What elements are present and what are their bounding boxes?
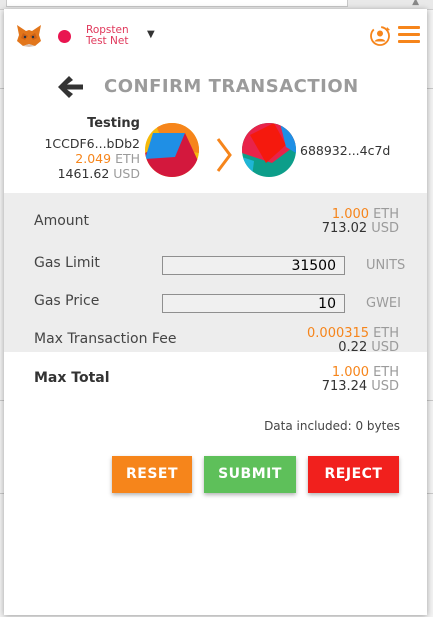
reject-button[interactable]: REJECT	[308, 456, 399, 493]
hamburger-menu-icon[interactable]	[398, 26, 420, 44]
max-fee-eth-value: 0.000315	[307, 326, 370, 341]
amount-eth: 1.000 ETH	[332, 208, 399, 221]
data-included-text: Data included: 0 bytes	[264, 419, 400, 433]
gas-limit-input[interactable]: 31500	[162, 256, 345, 275]
submit-button[interactable]: SUBMIT	[204, 456, 296, 493]
metamask-fox-icon	[17, 25, 41, 47]
reset-button[interactable]: RESET	[112, 456, 192, 493]
metamask-popup: Ropsten Test Net ▼ CONFIRM TRANSACTION T…	[4, 9, 427, 615]
gas-price-input[interactable]: 10	[162, 294, 345, 313]
account-switch-icon[interactable]	[369, 25, 391, 47]
sender-usd-unit: USD	[113, 166, 140, 181]
network-status-dot	[58, 30, 71, 43]
scroll-up-arrow-icon[interactable]: ▲	[412, 0, 419, 7]
network-dropdown-caret-icon[interactable]: ▼	[147, 29, 155, 40]
page-title: CONFIRM TRANSACTION	[104, 76, 359, 97]
max-total-eth: 1.000 ETH	[332, 366, 399, 379]
amount-usd-unit: USD	[371, 221, 399, 236]
network-name[interactable]: Ropsten Test Net	[86, 25, 146, 47]
max-fee-eth: 0.000315 ETH	[307, 327, 399, 340]
sender-usd-value: 1461.62	[57, 166, 110, 181]
max-fee-label: Max Transaction Fee	[34, 331, 177, 347]
max-total-usd-value: 713.24	[321, 379, 368, 394]
sender-eth-unit: ETH	[115, 151, 140, 166]
max-fee-usd: 0.22 USD	[338, 341, 399, 354]
sender-eth-balance: 2.049 ETH	[28, 151, 140, 166]
sender-identicon-icon	[145, 123, 199, 177]
gas-limit-label: Gas Limit	[34, 255, 100, 271]
max-total-usd: 713.24 USD	[322, 380, 399, 393]
gas-price-label: Gas Price	[34, 293, 100, 309]
url-field[interactable]	[6, 0, 348, 7]
chevron-right-icon	[216, 138, 232, 172]
max-total-eth-value: 1.000	[331, 365, 370, 380]
sender-usd-balance: 1461.62 USD	[28, 166, 140, 181]
max-total-usd-unit: USD	[371, 379, 399, 394]
top-bar: Ropsten Test Net ▼	[4, 9, 427, 65]
recipient-address: 688932...4c7d	[300, 143, 391, 158]
amount-usd: 713.02 USD	[322, 222, 399, 235]
max-fee-usd-unit: USD	[371, 340, 399, 355]
max-total-eth-unit: ETH	[373, 365, 399, 380]
max-fee-usd-value: 0.22	[338, 340, 368, 355]
gas-limit-unit: UNITS	[366, 258, 406, 273]
back-arrow-icon[interactable]	[56, 75, 86, 99]
max-total-label: Max Total	[34, 370, 110, 386]
transaction-details: Amount 1.000 ETH 713.02 USD Gas Limit 3150…	[4, 193, 427, 354]
max-fee-eth-unit: ETH	[373, 326, 399, 341]
amount-eth-unit: ETH	[373, 207, 399, 222]
amount-usd-value: 713.02	[321, 221, 368, 236]
sender-address: 1CCDF6...bDb2	[44, 136, 140, 151]
sender-account-name: Testing	[87, 116, 140, 131]
gas-price-unit: GWEI	[366, 296, 401, 311]
sender-eth-value: 2.049	[75, 151, 112, 166]
amount-label: Amount	[34, 213, 90, 229]
amount-eth-value: 1.000	[331, 207, 370, 222]
recipient-identicon-icon	[242, 123, 296, 177]
